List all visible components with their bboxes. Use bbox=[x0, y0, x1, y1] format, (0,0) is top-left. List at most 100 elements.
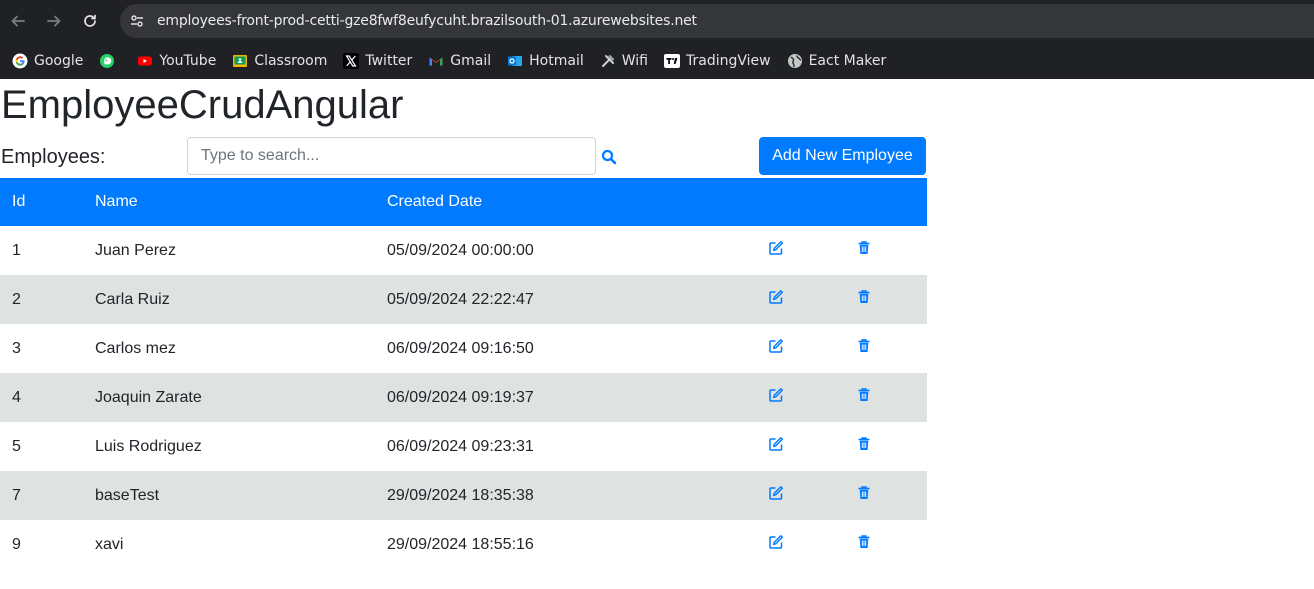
cell-delete bbox=[838, 373, 927, 422]
cell-created-date: 06/09/2024 09:23:31 bbox=[387, 437, 534, 455]
edit-icon[interactable] bbox=[768, 387, 784, 403]
cell-created-date: 06/09/2024 09:16:50 bbox=[387, 339, 534, 357]
x-twitter-icon bbox=[343, 52, 360, 69]
app-title: EmployeeCrudAngular bbox=[1, 83, 404, 127]
bookmark-label: Gmail bbox=[450, 52, 492, 69]
trash-icon[interactable] bbox=[856, 436, 872, 452]
bookmark-google[interactable]: Google bbox=[12, 48, 83, 74]
search-button[interactable] bbox=[600, 148, 618, 166]
cell-created-date: 05/09/2024 22:22:47 bbox=[375, 275, 750, 324]
cell-name: baseTest bbox=[83, 471, 375, 520]
trash-icon[interactable] bbox=[856, 485, 872, 501]
table-row: 2 Carla Ruiz 05/09/2024 22:22:47 bbox=[0, 275, 927, 324]
arrow-right-icon bbox=[47, 15, 61, 27]
globe-icon bbox=[787, 53, 803, 69]
bookmark-youtube[interactable]: YouTube bbox=[137, 48, 216, 74]
edit-icon[interactable] bbox=[768, 240, 784, 256]
address-bar[interactable]: employees-front-prod-cetti-gze8fwf8eufyc… bbox=[120, 4, 1314, 38]
cell-edit bbox=[750, 520, 838, 569]
bookmark-label: Google bbox=[34, 52, 84, 69]
cell-delete bbox=[838, 471, 927, 520]
edit-icon[interactable] bbox=[768, 534, 784, 550]
page-content: EmployeeCrudAngular Employees: Add New E… bbox=[0, 79, 1314, 589]
edit-icon[interactable] bbox=[768, 289, 784, 305]
bookmark-label: Classroom bbox=[254, 52, 328, 69]
cell-created-date: 06/09/2024 09:19:37 bbox=[375, 373, 750, 422]
search-input[interactable] bbox=[187, 137, 596, 175]
table-row: 1 Juan Perez 05/09/2024 00:00:00 bbox=[0, 226, 927, 275]
table-body: 1 Juan Perez 05/09/2024 00:00:00 2 Carla… bbox=[0, 226, 927, 569]
gmail-icon bbox=[428, 53, 444, 69]
cell-id: 1 bbox=[12, 241, 21, 259]
bookmark-label: TradingView bbox=[685, 52, 771, 69]
table-row: 3 Carlos mez 06/09/2024 09:16:50 bbox=[0, 324, 927, 373]
google-icon bbox=[12, 53, 28, 69]
cell-id: 7 bbox=[0, 471, 83, 520]
bookmark-whatsapp[interactable] bbox=[99, 48, 121, 74]
trash-icon[interactable] bbox=[856, 289, 872, 305]
table-row: 4 Joaquin Zarate 06/09/2024 09:19:37 bbox=[0, 373, 927, 422]
tools-icon bbox=[600, 53, 616, 69]
classroom-icon bbox=[232, 53, 248, 69]
cell-name: xavi bbox=[95, 535, 124, 553]
column-header-id: Id bbox=[0, 178, 83, 226]
cell-id: 3 bbox=[12, 339, 21, 357]
bookmark-gmail[interactable]: Gmail bbox=[428, 48, 491, 74]
arrow-left-icon bbox=[11, 15, 25, 27]
cell-edit bbox=[750, 275, 838, 324]
cell-delete bbox=[838, 520, 927, 569]
back-button[interactable] bbox=[0, 0, 36, 42]
column-header-name: Name bbox=[83, 178, 375, 226]
trash-icon[interactable] bbox=[856, 240, 872, 256]
bookmark-label: Wifi bbox=[621, 52, 648, 69]
browser-chrome: employees-front-prod-cetti-gze8fwf8eufyc… bbox=[0, 0, 1314, 79]
bookmark-eact-maker[interactable]: Eact Maker bbox=[787, 48, 887, 74]
cell-name: Luis Rodriguez bbox=[95, 437, 202, 455]
bookmark-label: Twitter bbox=[365, 52, 413, 69]
bookmark-twitter[interactable]: Twitter bbox=[343, 48, 412, 74]
bookmark-classroom[interactable]: Classroom bbox=[232, 48, 327, 74]
table-header: Id Name Created Date bbox=[0, 178, 927, 226]
bookmark-wifi[interactable]: Wifi bbox=[600, 48, 648, 74]
cell-name: Juan Perez bbox=[95, 241, 176, 259]
table-row: 7 baseTest 29/09/2024 18:35:38 bbox=[0, 471, 927, 520]
cell-delete bbox=[838, 422, 927, 471]
bookmark-label: YouTube bbox=[159, 52, 217, 69]
cell-id: 9 bbox=[12, 535, 21, 553]
site-info-button[interactable] bbox=[124, 8, 150, 34]
cell-id: 5 bbox=[12, 437, 21, 455]
reload-button[interactable] bbox=[72, 0, 108, 42]
forward-button[interactable] bbox=[36, 0, 72, 42]
bookmark-hotmail[interactable]: Hotmail bbox=[507, 48, 584, 74]
trash-icon[interactable] bbox=[856, 338, 872, 354]
column-header-delete bbox=[838, 178, 927, 226]
trash-icon[interactable] bbox=[856, 387, 872, 403]
cell-created-date: 29/09/2024 18:55:16 bbox=[387, 535, 534, 553]
cell-delete bbox=[838, 324, 927, 373]
column-header-created-date: Created Date bbox=[375, 178, 750, 226]
url-text[interactable]: employees-front-prod-cetti-gze8fwf8eufyc… bbox=[157, 13, 697, 29]
cell-created-date: 05/09/2024 00:00:00 bbox=[387, 241, 534, 259]
bookmark-label: Hotmail bbox=[529, 52, 584, 69]
tradingview-icon bbox=[663, 53, 680, 69]
edit-icon[interactable] bbox=[768, 485, 784, 501]
reload-icon bbox=[84, 14, 96, 27]
cell-name: Joaquin Zarate bbox=[83, 373, 375, 422]
search-icon bbox=[601, 149, 617, 165]
bookmarks-bar: Google YouTube Classroom Twitter Gmail H… bbox=[0, 42, 1314, 79]
bookmark-tradingview[interactable]: TradingView bbox=[663, 48, 771, 74]
youtube-icon bbox=[137, 53, 153, 69]
trash-icon[interactable] bbox=[856, 534, 872, 550]
employees-table: Id Name Created Date 1 Juan Perez 05/09/… bbox=[0, 178, 927, 569]
cell-name: Carla Ruiz bbox=[83, 275, 375, 324]
column-header-edit bbox=[750, 178, 838, 226]
edit-icon[interactable] bbox=[768, 338, 784, 354]
table-row: 9 xavi 29/09/2024 18:55:16 bbox=[0, 520, 927, 569]
add-employee-button[interactable]: Add New Employee bbox=[759, 137, 926, 175]
bookmark-label: Eact Maker bbox=[808, 52, 887, 69]
cell-created-date: 29/09/2024 18:35:38 bbox=[375, 471, 750, 520]
edit-icon[interactable] bbox=[768, 436, 784, 452]
employees-label: Employees: bbox=[1, 146, 106, 168]
cell-edit bbox=[750, 226, 838, 275]
header-row: Id Name Created Date bbox=[0, 178, 927, 226]
